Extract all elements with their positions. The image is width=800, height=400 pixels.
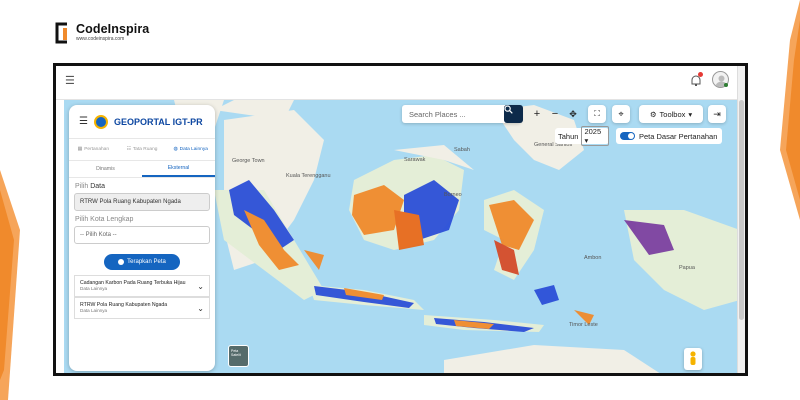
zoom-out-icon[interactable]: −	[548, 105, 562, 123]
locate-icon[interactable]: ⌖	[612, 105, 630, 123]
caret-down-icon: ▾	[688, 109, 693, 119]
toolbox-icon: ⚙	[649, 109, 657, 119]
pilih-data-label: Pilih Data	[75, 183, 105, 190]
year-label: Tahun	[558, 131, 579, 141]
year-select[interactable]: 2025 ▾	[581, 126, 609, 146]
map-canvas[interactable]: George Town Kuala Terengganu Sabah Saraw…	[64, 100, 740, 373]
brand-name: CodeInspira	[76, 22, 150, 36]
app-bar: ☰	[56, 66, 745, 100]
layer-item[interactable]: RTRW Pola Ruang Kabupaten Ngada Data Lai…	[74, 297, 210, 319]
panel-tabs: ▦ Pertanahan ☷ Tata Ruang ◍ Data Lainnya	[69, 139, 215, 161]
chevron-down-icon[interactable]: ⌄	[197, 304, 204, 313]
data-select[interactable]: RTRW Pola Ruang Kabupaten Ngada	[74, 193, 210, 211]
layer-subtitle: Data Lainnya	[80, 308, 108, 313]
search-button[interactable]	[504, 105, 523, 123]
layers-icon: ☷	[126, 147, 131, 152]
subtab-eksternal[interactable]: Eksternal	[142, 161, 215, 177]
basemap-control: Peta Dasar Pertanahan	[616, 128, 722, 144]
basemap-toggle[interactable]	[620, 132, 635, 140]
map-label-kuala: Kuala Terengganu	[286, 173, 331, 179]
panel-header: ☰ GEOPORTAL IGT-PR	[69, 105, 215, 139]
apply-map-button[interactable]: Terapkan Peta	[104, 254, 180, 270]
panel-title: GEOPORTAL IGT-PR	[113, 116, 203, 127]
map-label-sabah: Sabah	[454, 147, 470, 153]
panel-menu-icon[interactable]: ☰	[79, 116, 88, 127]
map-label-georgetown: George Town	[232, 158, 265, 164]
toolbox-dropdown[interactable]: ⚙ Toolbox ▾	[639, 105, 703, 123]
pan-icon[interactable]: ✥	[566, 105, 580, 123]
map-label-papua: Papua	[679, 265, 695, 271]
check-icon	[118, 259, 125, 265]
globe-icon: ◍	[173, 147, 178, 152]
year-control: Tahun 2025 ▾	[555, 126, 609, 146]
map-label-sarawak: Sarawak	[404, 157, 426, 163]
panel-subtabs: Dinamis Eksternal	[69, 161, 215, 178]
subtab-dinamis[interactable]: Dinamis	[69, 161, 142, 177]
layer-item[interactable]: Cadangan Karbon Pada Ruang Terbuka Hijau…	[74, 275, 210, 297]
side-panel: ☰ GEOPORTAL IGT-PR ▦ Pertanahan ☷ Tata Rua…	[69, 105, 215, 371]
map-label-borneo: Borneo	[444, 192, 462, 198]
hamburger-menu-icon[interactable]: ☰	[65, 74, 75, 87]
map-label-timor: Timor Leste	[569, 322, 598, 328]
fullscreen-icon[interactable]: ⛶	[588, 105, 606, 123]
satellite-switch[interactable]: Peta Satelit	[228, 345, 249, 367]
grid-icon: ▦	[77, 147, 83, 152]
kota-label: Pilih Kota Lengkap	[75, 216, 134, 223]
map-label-ambon: Ambon	[584, 255, 602, 261]
street-view-icon[interactable]	[684, 348, 702, 370]
brand-logo-icon	[55, 22, 67, 44]
scrollbar[interactable]	[737, 66, 745, 373]
app-window: ☰ George Town Kuala Terengganu Sabah Sar…	[53, 63, 748, 376]
brand-url: www.codeinspira.com	[76, 36, 125, 42]
scrollbar-thumb[interactable]	[739, 100, 744, 320]
chevron-down-icon[interactable]: ⌄	[197, 282, 204, 291]
tab-data-lainnya[interactable]: ◍ Data Lainnya	[166, 139, 215, 160]
kota-select[interactable]: -- Pilih Kota --	[74, 226, 210, 244]
tab-pertanahan[interactable]: ▦ Pertanahan	[69, 139, 118, 160]
basemap-label: Peta Dasar Pertanahan	[639, 131, 718, 141]
tab-tata-ruang[interactable]: ☷ Tata Ruang	[118, 139, 167, 160]
decorative-shard-right	[780, 0, 800, 220]
search-icon	[504, 105, 513, 114]
decorative-shard-left	[0, 170, 20, 400]
online-status-dot	[724, 83, 728, 87]
page: CodeInspira www.codeinspira.com ☰ George…	[0, 0, 800, 400]
notification-badge	[698, 72, 703, 77]
logout-icon[interactable]: ⇥	[708, 105, 726, 123]
pegman-icon	[690, 351, 696, 365]
geoportal-logo-icon	[93, 114, 108, 129]
layer-subtitle: Data Lainnya	[80, 286, 108, 291]
brand: CodeInspira www.codeinspira.com	[54, 22, 149, 44]
zoom-in-icon[interactable]: +	[530, 105, 544, 123]
